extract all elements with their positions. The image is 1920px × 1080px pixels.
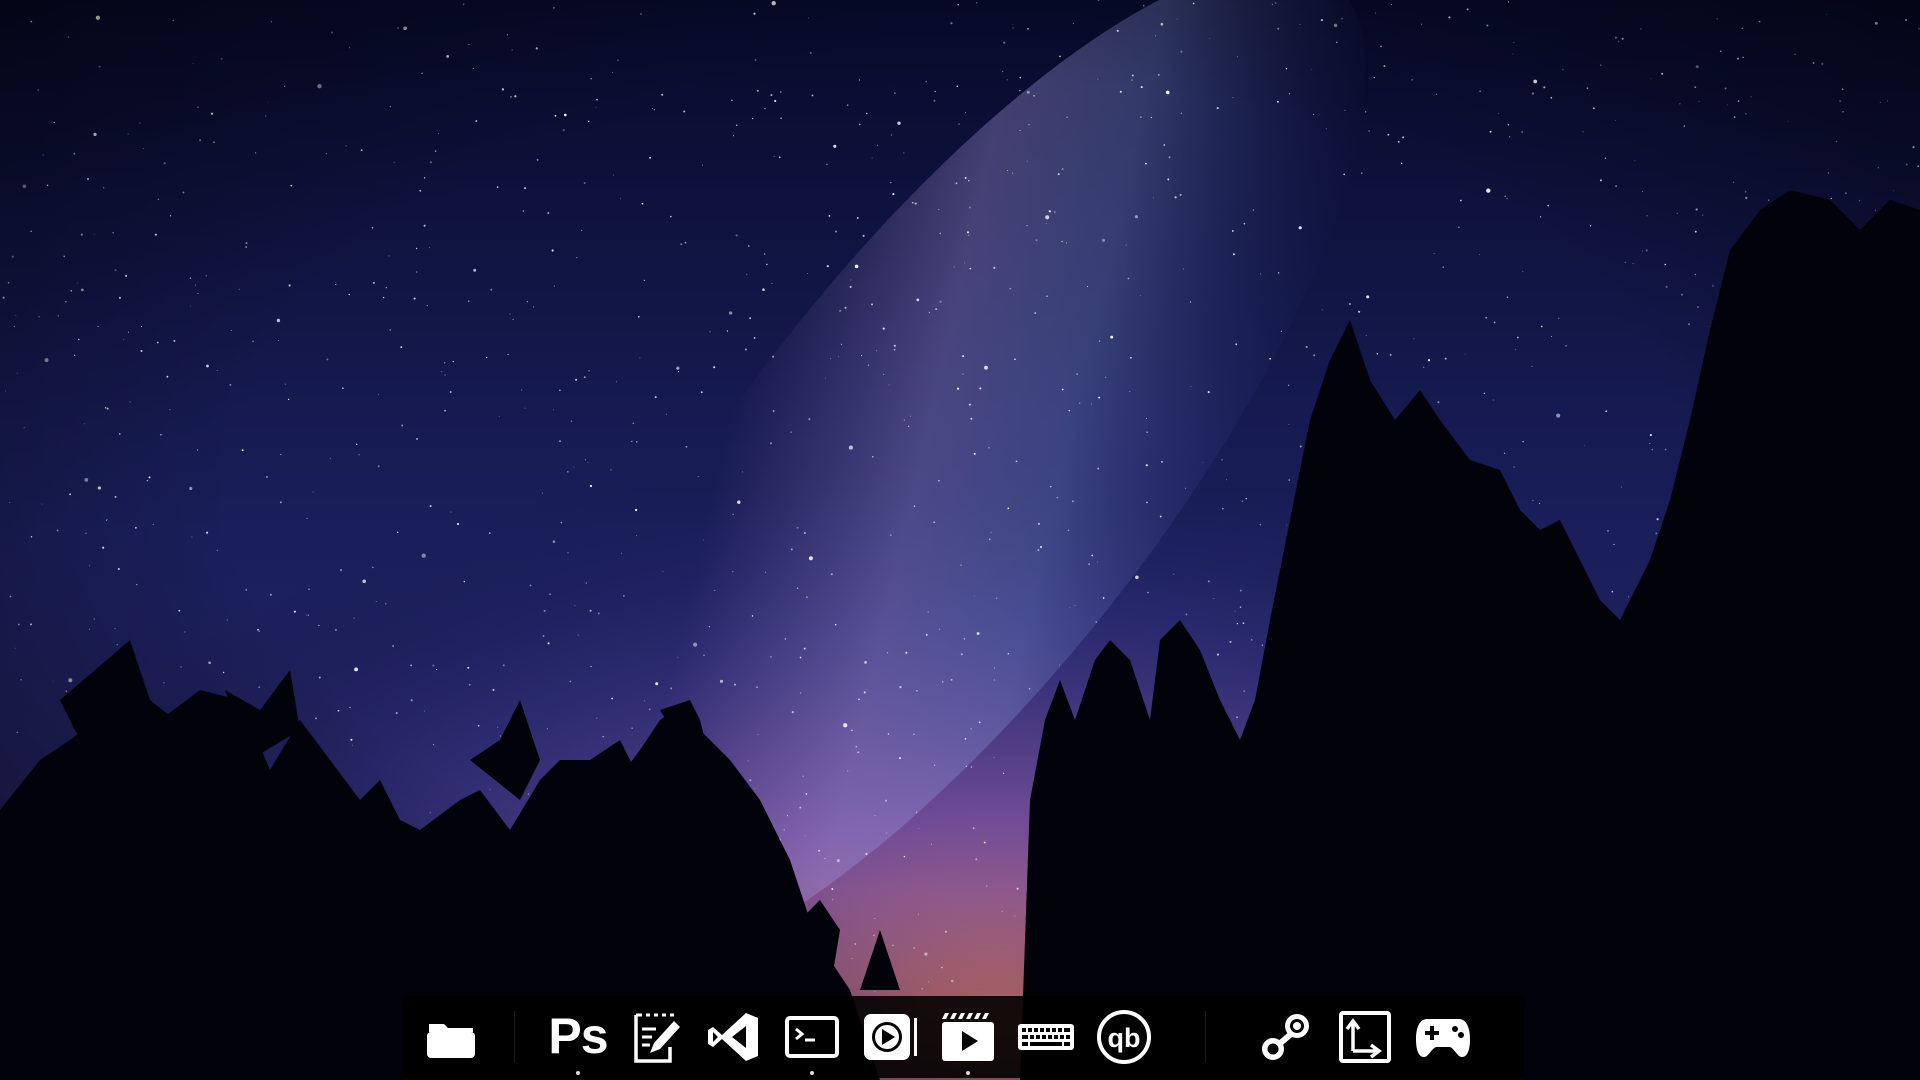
terminal-icon <box>785 1016 839 1058</box>
vscode-icon <box>708 1013 758 1061</box>
dock-separator <box>514 1011 515 1063</box>
running-indicator <box>810 1071 814 1075</box>
steam-icon <box>1262 1014 1309 1060</box>
wallpaper <box>0 0 1920 1080</box>
dock-item-keyboard[interactable] <box>1007 996 1085 1078</box>
running-indicator <box>966 1071 970 1075</box>
dock-item-video-editor[interactable] <box>929 996 1007 1078</box>
folder-icon <box>427 1024 475 1058</box>
dock-item-vscode[interactable] <box>695 996 773 1078</box>
media-player-icon <box>864 1014 917 1060</box>
text-editor-icon <box>634 1013 680 1063</box>
running-indicator <box>576 1071 580 1075</box>
dock-item-terminal[interactable] <box>773 996 851 1078</box>
video-editor-icon <box>942 1013 994 1061</box>
dock-item-text-editor[interactable] <box>617 996 695 1078</box>
dock-item-files[interactable] <box>412 996 490 1078</box>
resize-icon <box>1339 1011 1391 1063</box>
dock-item-game-controller[interactable] <box>1404 996 1482 1078</box>
desktop[interactable]: Ps qb <box>0 0 1920 1080</box>
dock-item-resize[interactable] <box>1326 996 1404 1078</box>
photoshop-label: Ps <box>548 1008 607 1064</box>
dock-item-media-player[interactable] <box>851 996 929 1078</box>
dock-item-photoshop[interactable]: Ps <box>539 996 617 1078</box>
gamepad-icon <box>1416 1019 1470 1057</box>
dock-item-qbittorrent[interactable]: qb <box>1085 996 1163 1078</box>
keyboard-icon <box>1018 1024 1074 1050</box>
photoshop-icon: Ps <box>548 1008 608 1064</box>
dock-separator <box>1205 1011 1206 1063</box>
dock-item-steam[interactable] <box>1248 996 1326 1078</box>
qbittorrent-label: qb <box>1108 1023 1141 1053</box>
qbittorrent-icon: qb <box>1097 1010 1151 1064</box>
dock: Ps qb <box>404 996 1524 1078</box>
